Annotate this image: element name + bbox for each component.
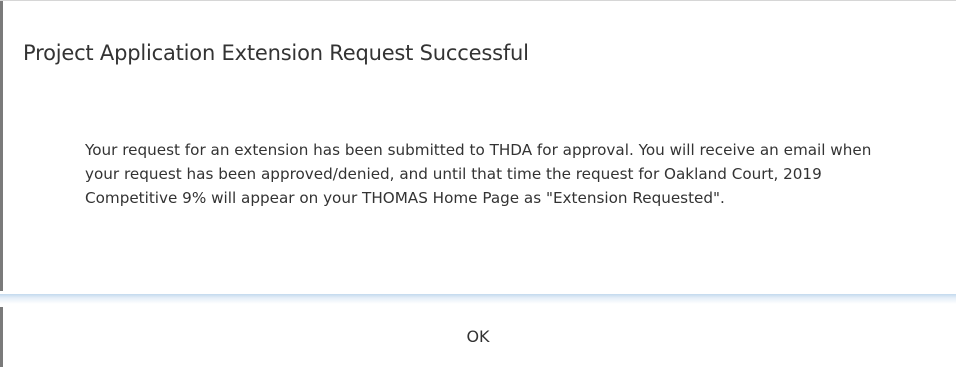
- ok-button[interactable]: OK: [0, 305, 956, 367]
- dialog-title: Project Application Extension Request Su…: [23, 41, 529, 65]
- extension-success-dialog: Project Application Extension Request Su…: [0, 0, 956, 367]
- footer-separator: [0, 294, 956, 304]
- dialog-message: Your request for an extension has been s…: [85, 141, 872, 207]
- dialog-left-border: [0, 1, 3, 291]
